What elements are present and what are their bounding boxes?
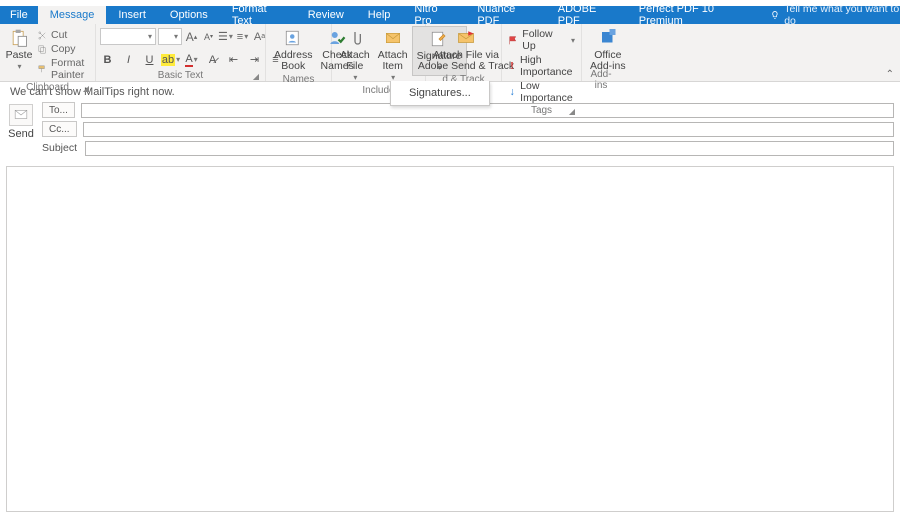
low-importance-label: Low Importance — [520, 80, 575, 104]
subject-label: Subject — [42, 140, 79, 156]
address-book-label: Address Book — [274, 50, 313, 72]
outdent-button[interactable]: ⇤ — [226, 52, 241, 67]
low-importance-button[interactable]: ↓ Low Importance — [506, 79, 578, 105]
send-label: Send — [8, 128, 34, 140]
attach-item-button[interactable]: Attach Item▾ — [374, 26, 412, 85]
group-tags-label: Tags — [531, 105, 552, 116]
attach-file-label: Attach File — [340, 50, 370, 72]
attach-file-icon — [341, 28, 369, 48]
bold-button[interactable]: B — [100, 52, 115, 67]
send-button[interactable]: Send — [6, 102, 36, 156]
font-color-button[interactable]: A▾ — [184, 52, 199, 67]
group-basic-text-label: Basic Text — [158, 70, 203, 81]
cc-button[interactable]: Cc... — [42, 121, 77, 137]
address-book-icon — [279, 28, 307, 48]
collapse-ribbon-button[interactable]: ⌃ — [886, 69, 894, 80]
tags-launcher-icon[interactable]: ◢ — [569, 107, 575, 116]
tab-review[interactable]: Review — [296, 6, 356, 24]
indent-button[interactable]: ⇥ — [247, 52, 262, 67]
cut-label: Cut — [51, 29, 67, 41]
lightbulb-icon — [770, 10, 780, 21]
cut-icon — [37, 30, 48, 41]
shrink-font-button[interactable]: A▾ — [201, 29, 216, 44]
format-painter-button[interactable]: Format Painter — [34, 56, 91, 82]
subject-input[interactable] — [85, 141, 894, 156]
tab-file[interactable]: File — [0, 6, 38, 24]
flag-icon — [508, 35, 518, 46]
tab-format-text[interactable]: Format Text — [220, 6, 296, 24]
copy-label: Copy — [51, 43, 76, 55]
to-button[interactable]: To... — [42, 102, 75, 118]
basic-text-launcher-icon[interactable]: ◢ — [253, 72, 259, 81]
clipboard-launcher-icon[interactable]: ◢ — [83, 84, 89, 93]
paste-button[interactable]: Paste ▾ — [4, 26, 34, 74]
cc-input[interactable] — [83, 122, 894, 137]
highlight-button[interactable]: ab▾ — [163, 52, 178, 67]
font-size-combo[interactable]: ▾ — [158, 28, 182, 45]
numbering-button[interactable]: ≡▾ — [235, 29, 250, 44]
low-importance-icon: ↓ — [508, 86, 516, 98]
send-icon — [9, 104, 33, 126]
office-addins-icon — [594, 28, 622, 48]
signatures-menu-label: Signatures... — [409, 87, 471, 99]
group-names-label: Names — [283, 74, 315, 85]
cut-button[interactable]: Cut — [34, 28, 91, 42]
follow-up-label: Follow Up — [522, 28, 566, 52]
follow-up-button[interactable]: Follow Up▾ — [506, 27, 577, 53]
group-addins-label: Add-ins — [586, 69, 616, 91]
italic-button[interactable]: I — [121, 52, 136, 67]
high-importance-icon: ! — [508, 60, 516, 72]
copy-icon — [37, 44, 48, 55]
high-importance-button[interactable]: ! High Importance — [506, 53, 578, 79]
change-case-button[interactable]: Aa — [252, 29, 267, 44]
tab-adobe-pdf[interactable]: ADOBE PDF — [546, 6, 627, 24]
signatures-menu-item[interactable]: Signatures... — [390, 81, 490, 106]
tell-me-search[interactable]: Tell me what you want to do — [770, 6, 900, 24]
tab-nitro-pro[interactable]: Nitro Pro — [402, 6, 465, 24]
ribbon: Paste ▾ Cut Copy Format Painter Clipboar… — [0, 24, 900, 82]
tab-message[interactable]: Message — [38, 6, 107, 24]
format-painter-label: Format Painter — [51, 57, 88, 81]
adobe-send-track-label: Attach File via Adobe Send & Track — [418, 50, 514, 72]
tab-help[interactable]: Help — [356, 6, 403, 24]
group-clipboard-label: Clipboard — [26, 82, 69, 93]
paste-label: Paste — [6, 50, 33, 61]
high-importance-label: High Importance — [520, 54, 576, 78]
attach-file-button[interactable]: Attach File▾ — [336, 26, 374, 85]
message-body[interactable] — [6, 166, 894, 512]
grow-font-button[interactable]: A▴ — [184, 29, 199, 44]
paste-icon — [5, 28, 33, 48]
bullets-button[interactable]: ☰▾ — [218, 29, 233, 44]
adobe-send-track-button[interactable]: Attach File via Adobe Send & Track — [430, 26, 502, 74]
clear-formatting-button[interactable]: A̷ — [205, 52, 220, 67]
tab-options[interactable]: Options — [158, 6, 220, 24]
address-book-button[interactable]: Address Book — [270, 26, 317, 74]
underline-button[interactable]: U — [142, 52, 157, 67]
attach-item-icon — [379, 28, 407, 48]
ribbon-tabs: File Message Insert Options Format Text … — [0, 6, 900, 24]
adobe-send-track-icon — [452, 28, 480, 48]
tab-nuance-pdf[interactable]: Nuance PDF — [465, 6, 545, 24]
attach-item-label: Attach Item — [378, 50, 408, 72]
copy-button[interactable]: Copy — [34, 42, 91, 56]
tab-insert[interactable]: Insert — [106, 6, 158, 24]
office-addins-button[interactable]: Office Add-ins — [586, 26, 630, 74]
format-painter-icon — [37, 64, 48, 75]
font-name-combo[interactable]: ▾ — [100, 28, 156, 45]
tab-perfect-pdf[interactable]: Perfect PDF 10 Premium — [627, 6, 761, 24]
